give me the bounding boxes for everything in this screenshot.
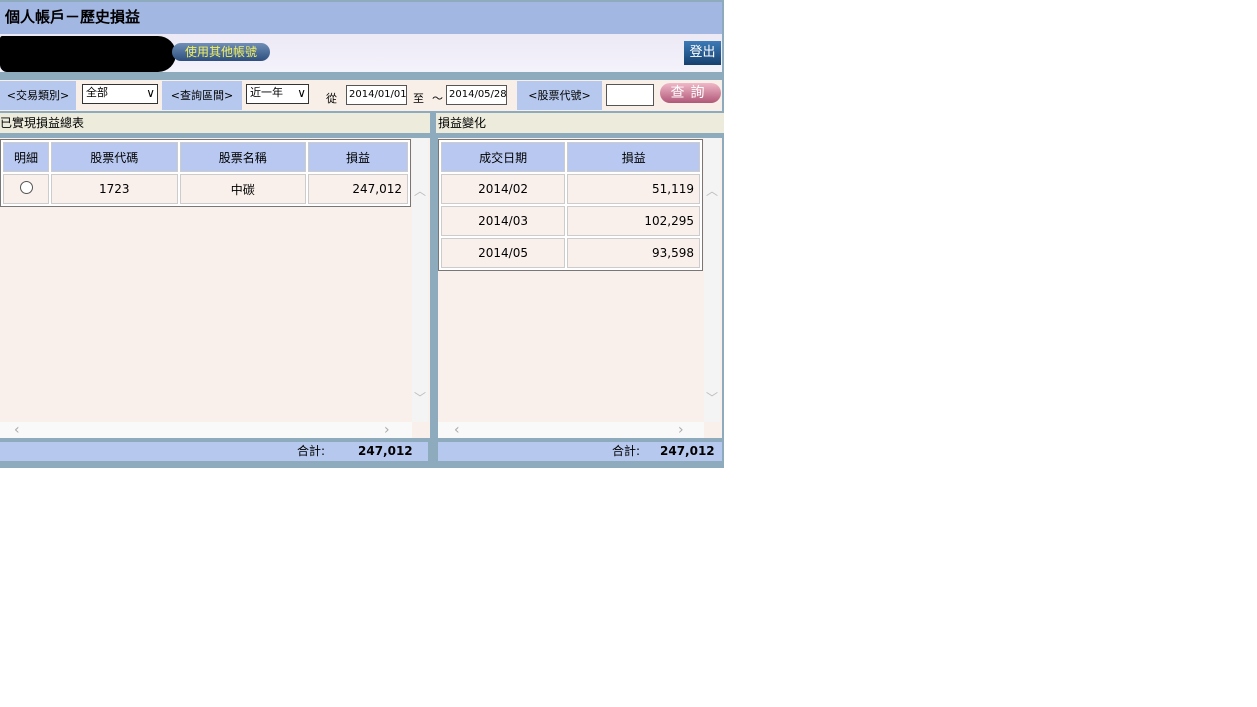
stock-name: 中碳 xyxy=(179,174,306,204)
trade-type-label: <交易類別> xyxy=(0,81,76,110)
trade-type-select[interactable]: 全部 ∨ xyxy=(82,84,158,104)
from-label: 從 xyxy=(326,92,337,105)
total-value: 247,012 xyxy=(358,444,413,458)
stock-code-input[interactable] xyxy=(606,84,654,106)
right-pane: 成交日期 損益 2014/02 51,119 2014/03 102,295 2014… xyxy=(438,138,722,438)
summary-table: 明細 股票代碼 股票名稱 損益 1723 中碳 247,012 xyxy=(0,139,411,207)
redacted-account xyxy=(0,36,176,72)
scroll-down-icon: ﹀ xyxy=(705,391,718,405)
profit-loss: 247,012 xyxy=(308,174,408,204)
right-footer: 合計: 247,012 xyxy=(438,442,722,461)
table-row: 1723 中碳 247,012 xyxy=(3,174,408,204)
query-button[interactable]: 查詢 xyxy=(660,83,721,103)
vertical-scrollbar[interactable]: ︿ ﹀ xyxy=(704,138,720,422)
left-pane: 明細 股票代碼 股票名稱 損益 1723 中碳 247,012 ︿ ﹀ ‹ › xyxy=(0,138,430,438)
left-section-title: 已實現損益總表 xyxy=(0,113,430,133)
col-name: 股票名稱 xyxy=(179,142,306,172)
left-footer: 合計: 247,012 xyxy=(0,442,428,461)
vertical-scrollbar[interactable]: ︿ ﹀ xyxy=(412,138,428,422)
scroll-up-icon: ︿ xyxy=(413,184,426,198)
profit-loss: 102,295 xyxy=(567,206,700,236)
table-row: 2014/05 93,598 xyxy=(441,238,700,268)
trade-date: 2014/02 xyxy=(441,174,566,204)
to-label: 至 xyxy=(413,92,424,105)
scroll-up-icon: ︿ xyxy=(705,184,718,198)
to-date-input[interactable]: 2014/05/28 xyxy=(446,85,507,105)
use-other-account-button[interactable]: 使用其他帳號 xyxy=(172,43,270,61)
period-select[interactable]: 近一年 ∨ xyxy=(246,84,309,104)
trade-type-value: 全部 xyxy=(86,86,108,99)
chevron-down-icon: ∨ xyxy=(146,86,155,100)
stock-code-label: <股票代號> xyxy=(517,81,602,110)
scroll-right-icon: › xyxy=(678,422,684,438)
col-pl: 損益 xyxy=(308,142,408,172)
horizontal-scrollbar[interactable]: ‹ › xyxy=(438,422,704,438)
total-value: 247,012 xyxy=(660,444,715,458)
from-date-input[interactable]: 2014/01/01 xyxy=(346,85,407,105)
scroll-right-icon: › xyxy=(384,422,390,438)
monthly-table: 成交日期 損益 2014/02 51,119 2014/03 102,295 2014… xyxy=(438,139,703,271)
col-code: 股票代碼 xyxy=(51,142,178,172)
total-label: 合計: xyxy=(612,444,641,458)
page-title: 個人帳戶－歷史損益 xyxy=(0,2,722,34)
horizontal-scrollbar[interactable]: ‹ › xyxy=(0,422,412,438)
profit-loss: 93,598 xyxy=(567,238,700,268)
trade-date: 2014/05 xyxy=(441,238,566,268)
col-date: 成交日期 xyxy=(441,142,566,172)
chevron-down-icon: ∨ xyxy=(297,86,306,100)
col-pl: 損益 xyxy=(567,142,700,172)
detail-radio[interactable] xyxy=(3,174,49,204)
period-label: <查詢區間> xyxy=(162,81,242,110)
scroll-left-icon: ‹ xyxy=(14,422,20,438)
table-row: 2014/02 51,119 xyxy=(441,174,700,204)
profit-loss: 51,119 xyxy=(567,174,700,204)
tilde: ～ xyxy=(432,92,443,105)
table-row: 2014/03 102,295 xyxy=(441,206,700,236)
period-value: 近一年 xyxy=(250,86,283,99)
right-section-title: 損益變化 xyxy=(436,113,724,133)
scroll-down-icon: ﹀ xyxy=(413,391,426,405)
app-window: 個人帳戶－歷史損益 使用其他帳號 登出 <交易類別> 全部 ∨ <查詢區間> 近一… xyxy=(0,0,724,468)
col-detail: 明細 xyxy=(3,142,49,172)
total-label: 合計: xyxy=(297,444,326,458)
scroll-left-icon: ‹ xyxy=(454,422,460,438)
logout-button[interactable]: 登出 xyxy=(684,41,721,65)
stock-code: 1723 xyxy=(51,174,178,204)
trade-date: 2014/03 xyxy=(441,206,566,236)
